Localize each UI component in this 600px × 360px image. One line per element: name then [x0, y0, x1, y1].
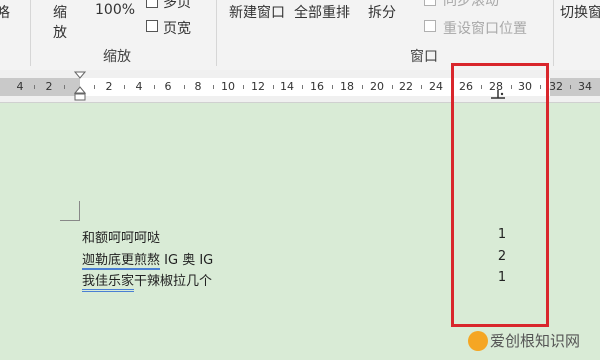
zoom-button-label-2[interactable]: 放	[53, 22, 67, 42]
ruler-label: 6	[164, 80, 172, 93]
ruler-label: 14	[280, 80, 294, 93]
ruler-label: 20	[370, 80, 384, 93]
ribbon: 咯 缩 放 100% 多页 页宽 缩放 新建窗口 全部重排 拆分 同步滚动 重设…	[0, 0, 600, 71]
ruler-tick	[213, 85, 214, 89]
switch-window-button[interactable]: 切换窗	[560, 2, 600, 22]
ruler-tick	[154, 85, 155, 89]
ribbon-separator	[216, 0, 217, 66]
ruler-tick	[302, 85, 303, 89]
window-group-label: 窗口	[410, 49, 438, 65]
reset-window-icon	[424, 20, 436, 32]
ruler-label: 4	[16, 80, 24, 93]
ruler-tick	[64, 85, 65, 89]
ruler-label: 4	[135, 80, 143, 93]
ribbon-separator	[553, 0, 554, 66]
page-width-button[interactable]: 页宽	[163, 18, 191, 38]
line-text-suffix: IG 奥 IG	[160, 253, 214, 268]
ruler-label: 8	[194, 80, 202, 93]
highlight-box	[451, 63, 549, 327]
indent-marker-icon[interactable]	[74, 71, 86, 101]
ruler-label: 34	[578, 80, 592, 93]
margin-mark-vertical	[79, 201, 80, 221]
multipage-button[interactable]: 多页	[163, 0, 191, 12]
ruler-label: 2	[45, 80, 53, 93]
ruler-tick	[124, 85, 125, 89]
ruler-tick	[570, 85, 571, 89]
arrange-all-button[interactable]: 全部重排	[294, 2, 350, 22]
sync-scroll-icon	[424, 0, 436, 6]
ribbon-separator	[30, 0, 31, 66]
ruler-tick	[421, 85, 422, 89]
ruler-tick	[243, 85, 244, 89]
ruler-tick	[273, 85, 274, 89]
ruler-label: 24	[429, 80, 443, 93]
ribbon-cut-label[interactable]: 咯	[0, 2, 10, 22]
ruler-tick	[362, 85, 363, 89]
ruler-label: 10	[221, 80, 235, 93]
zoom-group-label: 缩放	[103, 49, 131, 65]
split-button[interactable]: 拆分	[368, 2, 396, 22]
zoom-button-label-1[interactable]: 缩	[53, 2, 67, 22]
ruler-label: 32	[549, 80, 563, 93]
ruler-tick	[392, 85, 393, 89]
line-text-suffix: 干辣椒拉几个	[134, 274, 213, 289]
document-line[interactable]: 和额呵呵呵哒	[82, 227, 160, 246]
document-line[interactable]: 我佳乐家干辣椒拉几个	[82, 270, 213, 292]
ruler-label: 22	[399, 80, 413, 93]
zoom-100-button[interactable]: 100%	[95, 2, 135, 18]
ruler-tick	[34, 85, 35, 89]
line-text: 我佳乐家	[82, 274, 135, 292]
ruler-tick	[332, 85, 333, 89]
ruler-label: 16	[310, 80, 324, 93]
watermark-text: 爱创根知识网	[490, 332, 581, 350]
margin-mark-horizontal	[60, 220, 80, 221]
new-window-button[interactable]: 新建窗口	[229, 2, 285, 22]
reset-window-position-button[interactable]: 重设窗口位置	[443, 18, 527, 38]
line-text: 迦勒底更煎熬	[82, 253, 161, 270]
document-line[interactable]: 迦勒底更煎熬 IG 奥 IG	[82, 249, 214, 270]
page-width-icon	[146, 20, 158, 32]
ruler-tick	[184, 85, 185, 89]
ruler-label: 12	[251, 80, 265, 93]
line-text: 和额呵呵呵哒	[82, 231, 161, 246]
ruler-label: 18	[340, 80, 354, 93]
multipage-icon	[146, 0, 158, 8]
ruler-tick	[94, 85, 95, 89]
watermark-logo-icon	[468, 331, 488, 351]
ruler-label: 2	[105, 80, 113, 93]
sync-scroll-button[interactable]: 同步滚动	[443, 0, 499, 10]
